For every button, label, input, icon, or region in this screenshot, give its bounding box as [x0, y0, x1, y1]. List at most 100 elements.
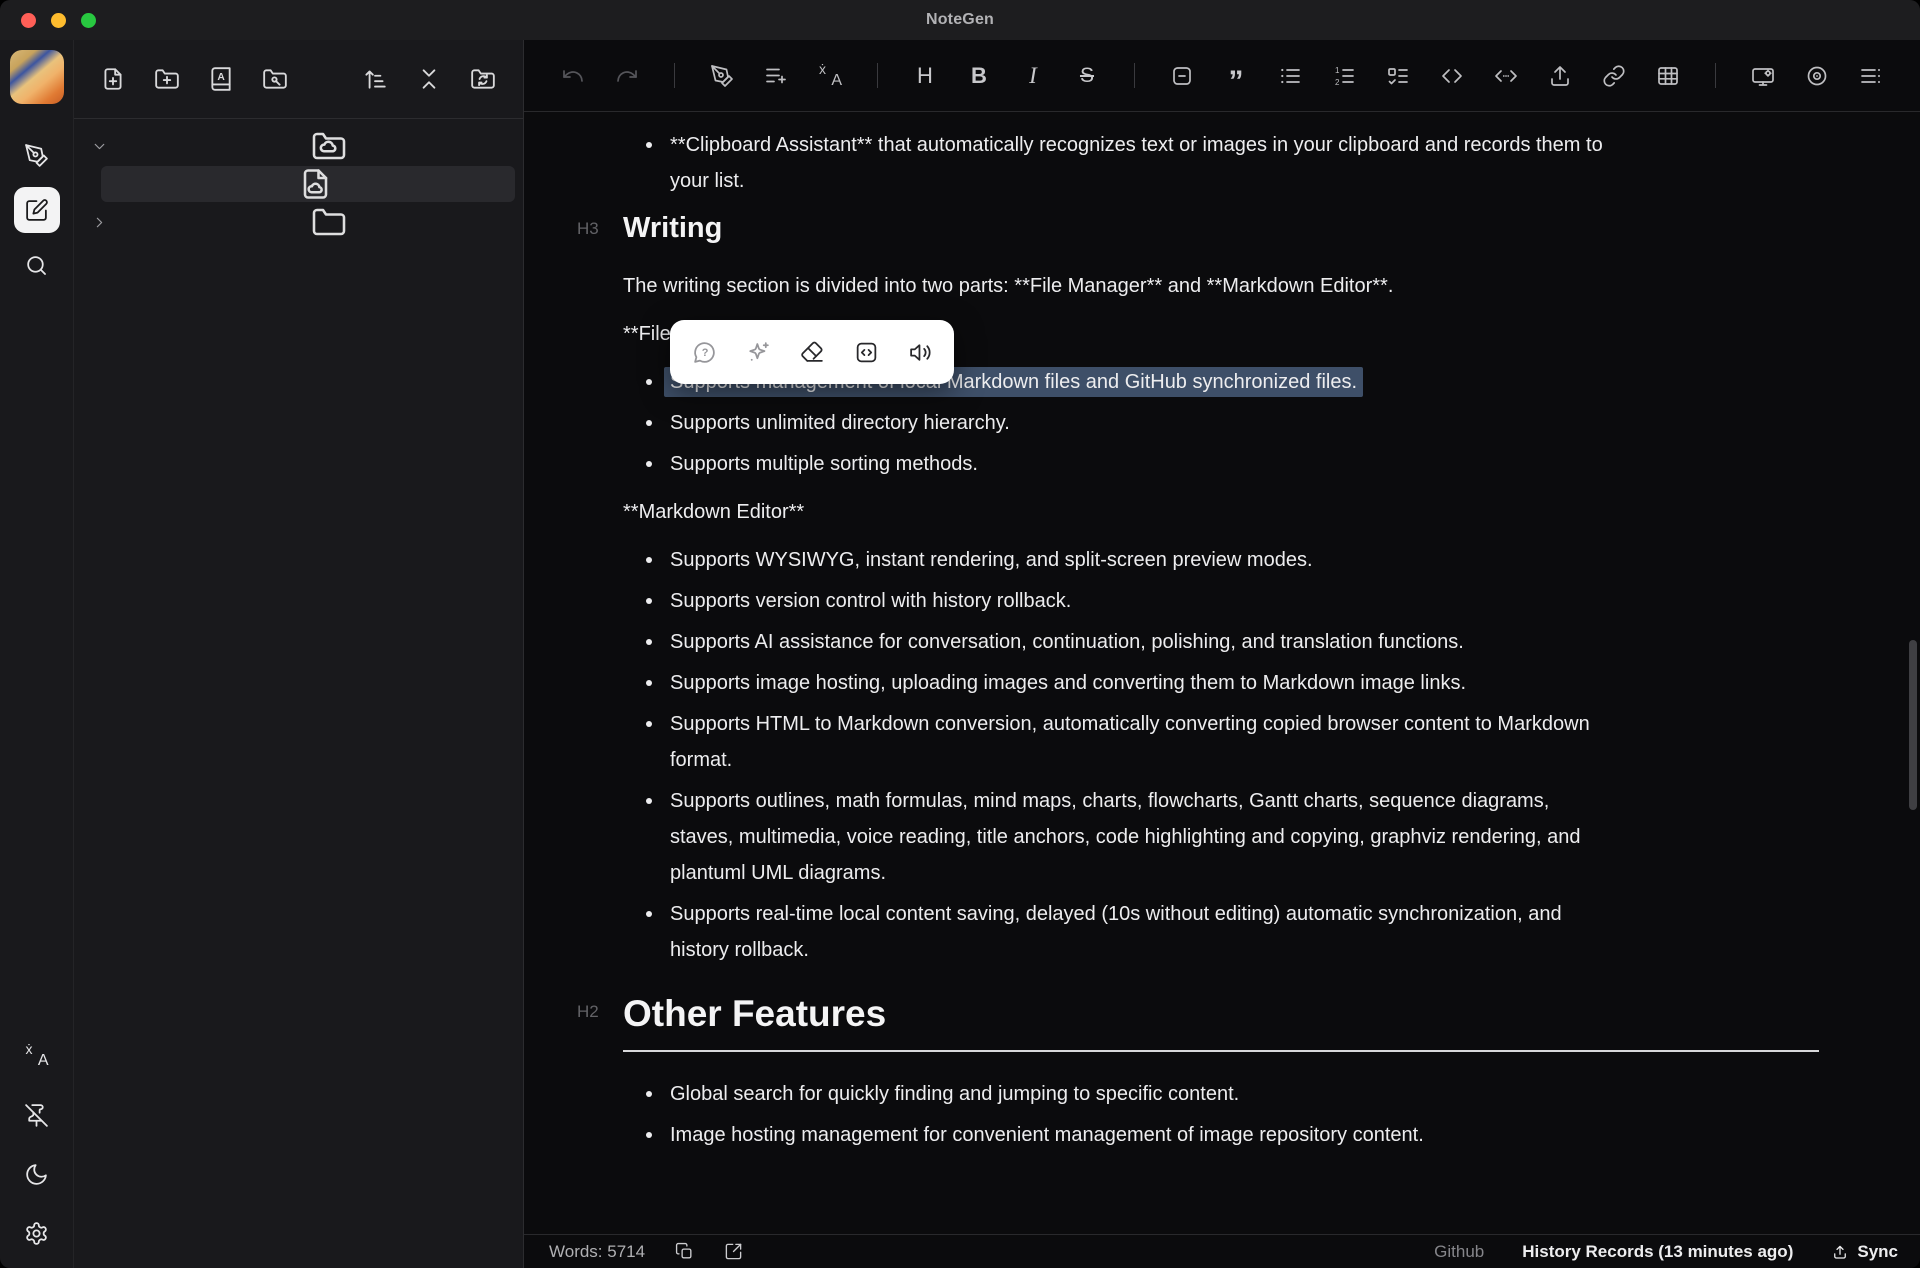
- folder-sync-icon: [470, 66, 496, 92]
- preview-button[interactable]: [1805, 64, 1829, 88]
- code-icon: [1440, 64, 1464, 88]
- translate-button[interactable]: ẋ A: [14, 1033, 60, 1079]
- heading-writing[interactable]: H3Writing: [623, 211, 1920, 246]
- activity-bar: ẋ A: [0, 40, 73, 1268]
- list-item[interactable]: Supports unlimited directory hierarchy.: [670, 405, 1830, 441]
- folder-sync-button[interactable]: [470, 66, 496, 92]
- collapse-all-button[interactable]: [416, 66, 442, 92]
- rail-bottom-group: ẋ A: [14, 1033, 60, 1268]
- selection-popup-toolbar: ?: [670, 320, 954, 384]
- editor-scrollbar[interactable]: [1909, 640, 1917, 810]
- italic-button[interactable]: I: [1021, 64, 1045, 88]
- chat-question-icon: ?: [692, 340, 717, 365]
- search-button[interactable]: [14, 242, 60, 288]
- notebook-button[interactable]: A: [208, 66, 234, 92]
- cloud-folder-icon: [117, 128, 541, 164]
- list-item[interactable]: Supports multiple sorting methods.: [670, 446, 1830, 482]
- strikethrough-button[interactable]: S: [1075, 64, 1099, 88]
- list-item[interactable]: Supports AI assistance for conversation,…: [670, 624, 1830, 660]
- heading-other-features[interactable]: H2Other Features: [623, 992, 1819, 1052]
- word-count: Words: 5714: [549, 1242, 645, 1262]
- pin-button[interactable]: [14, 1092, 60, 1138]
- inline-code-button[interactable]: [1440, 64, 1464, 88]
- list-item[interactable]: Supports real-time local content saving,…: [670, 896, 1830, 968]
- bullet-list-button[interactable]: [1278, 64, 1302, 88]
- ask-ai-button[interactable]: ?: [692, 340, 717, 365]
- list-item[interactable]: **Clipboard Assistant** that automatical…: [670, 127, 1830, 199]
- bold-button[interactable]: B: [967, 64, 991, 88]
- appearance-button[interactable]: [1751, 64, 1775, 88]
- gear-icon: [24, 1221, 49, 1246]
- list-item[interactable]: Supports version control with history ro…: [670, 583, 1830, 619]
- translate-button[interactable]: ẋ A: [818, 64, 842, 88]
- history-records-button[interactable]: History Records (13 minutes ago): [1522, 1242, 1793, 1262]
- list-item[interactable]: Supports HTML to Markdown conversion, au…: [670, 706, 1830, 778]
- collapse-icon: [416, 66, 442, 92]
- editor-pane: ẋ A H B I S ” 12: [524, 40, 1920, 1268]
- file-panel: A: [73, 40, 524, 1268]
- zoom-button[interactable]: [81, 13, 96, 28]
- list-plus-icon: [764, 64, 788, 88]
- writing-mode-button[interactable]: [14, 187, 60, 233]
- tree-item-readme[interactable]: Readme.md: [101, 166, 515, 202]
- folder-plus-icon: [154, 66, 180, 92]
- translate-icon: ẋ A: [25, 1044, 49, 1068]
- close-button[interactable]: [21, 13, 36, 28]
- copy-icon: [675, 1242, 694, 1261]
- sort-button[interactable]: [362, 66, 388, 92]
- code-block-button[interactable]: [1494, 64, 1518, 88]
- divider-button[interactable]: [1170, 64, 1194, 88]
- paragraph[interactable]: The writing section is divided into two …: [623, 268, 1819, 304]
- app-window: NoteGen ẋ A: [0, 0, 1920, 1268]
- search-icon: [24, 253, 49, 278]
- status-bar: Words: 5714 Github History Records (13 m…: [524, 1234, 1920, 1268]
- avatar[interactable]: [10, 50, 64, 104]
- sync-button[interactable]: Sync: [1831, 1242, 1898, 1262]
- task-list-button[interactable]: [1386, 64, 1410, 88]
- list-item[interactable]: Global search for quickly finding and ju…: [670, 1076, 1830, 1112]
- new-folder-button[interactable]: [154, 66, 180, 92]
- ai-optimize-button[interactable]: [746, 340, 771, 365]
- link-button[interactable]: [1602, 64, 1626, 88]
- list-item[interactable]: Supports outlines, math formulas, mind m…: [670, 783, 1830, 891]
- clear-format-button[interactable]: [800, 340, 825, 365]
- tree-item-blog[interactable]: Blog: [84, 204, 515, 240]
- theme-button[interactable]: [14, 1151, 60, 1197]
- horizontal-rule-icon: [1170, 64, 1194, 88]
- outline-button[interactable]: [1859, 64, 1883, 88]
- list-item[interactable]: Image hosting management for convenient …: [670, 1117, 1830, 1153]
- folder-key-button[interactable]: [262, 66, 288, 92]
- tree-item-notegen[interactable]: NoteGen: [84, 128, 515, 164]
- read-aloud-button[interactable]: [908, 340, 933, 365]
- upload-icon: [1548, 64, 1572, 88]
- inline-code-popup-button[interactable]: [854, 340, 879, 365]
- editor-content[interactable]: **Clipboard Assistant** that automatical…: [524, 112, 1920, 1234]
- folder-icon: [117, 204, 541, 240]
- minimize-button[interactable]: [51, 13, 66, 28]
- list-item[interactable]: Supports WYSIWYG, instant rendering, and…: [670, 542, 1830, 578]
- bullet-list: Supports WYSIWYG, instant rendering, and…: [623, 542, 1920, 968]
- ai-continue-button[interactable]: [764, 64, 788, 88]
- pen-icon: [24, 143, 49, 168]
- redo-button[interactable]: [615, 64, 639, 88]
- new-file-button[interactable]: [100, 66, 126, 92]
- ordered-list-button[interactable]: 12: [1332, 64, 1356, 88]
- pin-off-icon: [24, 1103, 49, 1128]
- table-button[interactable]: [1656, 64, 1680, 88]
- external-link-icon: [724, 1242, 743, 1261]
- blockquote-button[interactable]: ”: [1224, 64, 1248, 88]
- ordered-list-icon: 12: [1332, 64, 1356, 88]
- paragraph-markdown-editor[interactable]: **Markdown Editor**: [623, 494, 1819, 530]
- svg-text:1: 1: [1335, 66, 1340, 75]
- record-mode-button[interactable]: [14, 132, 60, 178]
- undo-button[interactable]: [561, 64, 585, 88]
- settings-button[interactable]: [14, 1210, 60, 1256]
- open-external-button[interactable]: [724, 1242, 743, 1261]
- heading-level-badge: H3: [577, 219, 599, 239]
- bullet-list: Global search for quickly finding and ju…: [623, 1076, 1920, 1153]
- list-item[interactable]: Supports image hosting, uploading images…: [670, 665, 1830, 701]
- ai-polish-button[interactable]: [710, 64, 734, 88]
- upload-image-button[interactable]: [1548, 64, 1572, 88]
- copy-button[interactable]: [675, 1242, 694, 1261]
- heading-button[interactable]: H: [913, 64, 937, 88]
